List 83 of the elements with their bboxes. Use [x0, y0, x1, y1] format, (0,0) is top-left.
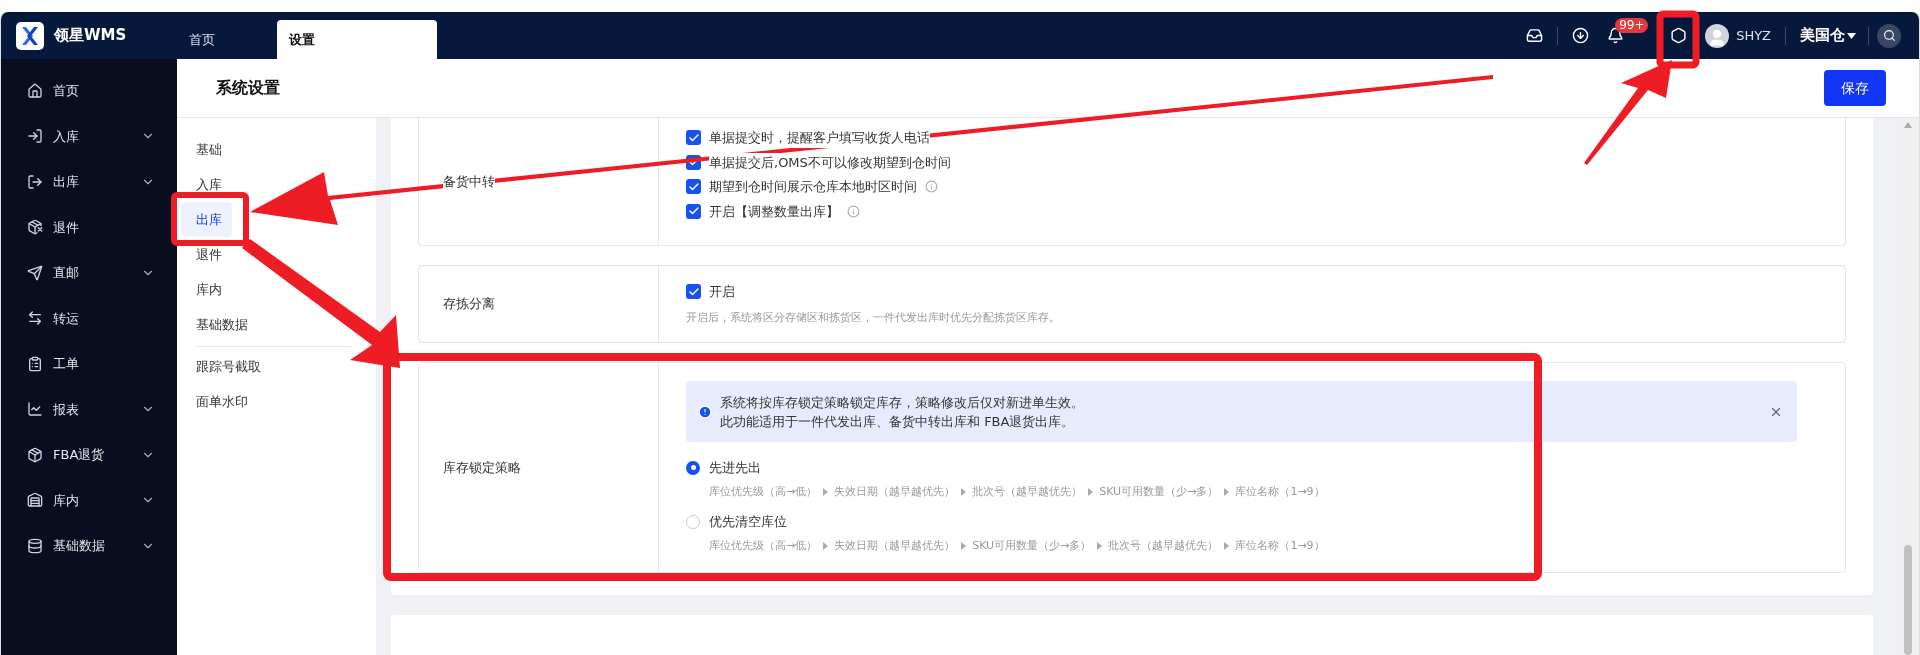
settings-nav-item[interactable]: 库内	[181, 272, 232, 307]
notification-badge: 99+	[1615, 18, 1649, 33]
priority-step: 库位名称（1→9）	[1235, 483, 1325, 500]
caret-icon	[961, 541, 967, 550]
scrollbar-thumb[interactable]	[1904, 545, 1912, 655]
radio-button[interactable]	[686, 460, 700, 475]
priority-step: 失效日期（越早越优先）	[834, 483, 956, 500]
check-icon	[687, 180, 700, 193]
inbox-icon[interactable]	[1526, 27, 1544, 44]
caret-icon	[961, 487, 967, 496]
priority-step: 库位优先级（高→低）	[709, 537, 818, 554]
settings-nav-item[interactable]: 基础	[181, 132, 232, 167]
caret-icon	[823, 541, 829, 550]
database-icon	[27, 537, 43, 554]
notice-text: 系统将按库存锁定策略锁定库存，策略修改后仅对新进单生效。	[720, 393, 1085, 412]
checkbox[interactable]	[686, 130, 701, 146]
logo-icon	[16, 21, 44, 50]
hint-text: 开启后，系统将区分存储区和拣货区，一件代发出库时优先分配拣货区库存。	[686, 309, 1061, 326]
option-label: 先进先出	[709, 459, 761, 477]
page-tab[interactable]: 设置	[277, 20, 437, 59]
check-icon	[687, 131, 700, 144]
chart-icon	[27, 401, 43, 418]
avatar-icon[interactable]	[1705, 23, 1730, 48]
priority-step: 库位优先级（高→低）	[709, 483, 818, 500]
search-button[interactable]	[1877, 23, 1901, 48]
save-button[interactable]: 保存	[1824, 70, 1886, 106]
sidebar-item[interactable]: 基础数据	[1, 523, 177, 569]
sidebar-item[interactable]: 转运	[1, 295, 177, 341]
sidebar-item[interactable]: FBA退货	[1, 432, 177, 478]
sidebar-item[interactable]: 报表	[1, 386, 177, 432]
page-tab[interactable]: 首页	[177, 20, 277, 59]
download-icon[interactable]	[1572, 27, 1590, 44]
sidebar-item[interactable]: 退件	[1, 204, 177, 250]
warehouse-icon	[27, 492, 43, 509]
sidebar-item[interactable]: 出库	[1, 159, 177, 205]
settings-nav-item[interactable]: 入库	[181, 167, 232, 202]
inbound-icon	[27, 128, 43, 145]
caret-icon	[823, 487, 829, 496]
page-title: 系统设置	[216, 77, 280, 99]
sidebar-item[interactable]: 库内	[1, 477, 177, 523]
priority-step: 批次号（越早越优先）	[1108, 537, 1219, 554]
option-label: 优先清空库位	[709, 513, 787, 531]
sidebar-item[interactable]: 工单	[1, 341, 177, 387]
check-icon	[687, 285, 700, 298]
caret-icon	[1088, 487, 1094, 496]
settings-icon[interactable]	[1670, 27, 1688, 44]
package-icon	[27, 219, 43, 236]
caret-icon	[1224, 541, 1230, 550]
radio-button[interactable]	[686, 514, 700, 529]
settings-nav-item[interactable]: 面单水印	[196, 384, 256, 419]
priority-step: SKU可用数量（少→多）	[1099, 483, 1219, 500]
settings-nav-item[interactable]: 基础数据	[181, 307, 258, 342]
caret-icon	[1224, 487, 1230, 496]
priority-step: SKU可用数量（少→多）	[972, 537, 1092, 554]
settings-nav-item[interactable]: 退件	[181, 237, 232, 272]
home-icon	[27, 82, 43, 99]
checkbox[interactable]	[686, 284, 701, 300]
priority-step: 批次号（越早越优先）	[972, 483, 1083, 500]
send-icon	[27, 264, 43, 281]
checkbox[interactable]	[686, 179, 701, 195]
sidebar-item[interactable]: 直邮	[1, 250, 177, 296]
sidebar-item[interactable]: 入库	[1, 113, 177, 159]
alert-icon	[698, 404, 712, 419]
clipboard-icon	[27, 355, 43, 372]
transfer-icon	[27, 310, 43, 327]
settings-nav-item[interactable]: 跟踪号截取	[196, 349, 269, 384]
warehouse-selector[interactable]: 美国仓	[1800, 24, 1856, 47]
annotation-frame	[1656, 10, 1700, 69]
settings-nav-item[interactable]: 出库	[181, 202, 232, 237]
checkbox[interactable]	[686, 203, 701, 219]
caret-icon	[1847, 32, 1856, 39]
caret-icon	[1097, 541, 1103, 550]
search-icon	[1882, 29, 1896, 42]
app-name: 领星WMS	[54, 25, 127, 47]
option-label: 单据提交后,OMS不可以修改期望到仓时间	[709, 152, 951, 172]
priority-step: 库位名称（1→9）	[1235, 537, 1325, 554]
outbound-icon	[27, 173, 43, 190]
user-name[interactable]: SHYZ	[1736, 25, 1771, 46]
notice-text: 此功能适用于一件代发出库、备货中转出库和 FBA退货出库。	[720, 412, 1076, 431]
option-label: 单据提交时，提醒客户填写收货人电话	[709, 128, 930, 148]
priority-step: 失效日期（越早越优先）	[834, 537, 956, 554]
package-icon	[27, 446, 43, 463]
sidebar-item[interactable]: 首页	[1, 68, 177, 114]
